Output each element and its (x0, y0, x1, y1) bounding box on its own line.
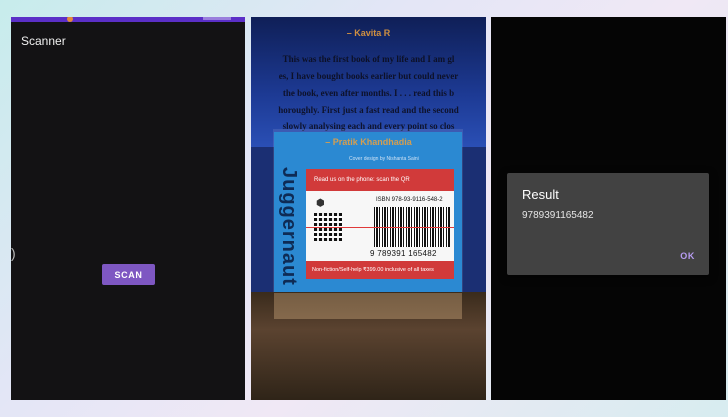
system-icons (203, 17, 231, 20)
isbn-text: ISBN 978-93-9116-548-2 (376, 197, 443, 203)
result-screen: Result 9789391165482 OK (491, 17, 726, 400)
viewfinder-bottom-highlight (274, 293, 462, 319)
page-line-4: horoughly. First just a fast read and th… (278, 105, 459, 115)
scan-button[interactable]: SCAN (102, 264, 155, 285)
barcode-digits: 9 789391 165482 (370, 249, 437, 258)
author-top: – Kavita R (346, 28, 391, 38)
brand-logo: Juggernaut (278, 167, 300, 286)
page-line-3: the book, even after months. I . . . rea… (282, 88, 455, 98)
camera-scan-screen: – Kavita R This was the first book of my… (251, 17, 486, 400)
notification-dot-icon (67, 17, 73, 22)
app-title: Scanner (21, 34, 66, 48)
cover-credit: Cover design by Nishanta Saini (349, 156, 419, 162)
ok-button[interactable]: OK (680, 251, 695, 261)
platform-icons: ⬢ (316, 198, 325, 209)
scanner-home-screen: Scanner ) SCAN (11, 17, 245, 400)
scan-laser-line (306, 227, 454, 228)
page-line-2: es, I have bought books earlier but coul… (278, 71, 459, 81)
dialog-message: 9789391165482 (522, 210, 594, 221)
status-bar (11, 17, 245, 22)
label-footer: Non-fiction/Self-help ₹399.00 inclusive … (306, 261, 454, 279)
result-dialog: Result 9789391165482 OK (507, 173, 709, 275)
edge-handle-icon: ) (11, 245, 16, 261)
barcode-label: Read us on the phone: scan the QR ⬢ ISBN… (306, 169, 454, 279)
page-line-1: This was the first book of my life and I… (282, 54, 455, 64)
dialog-title: Result (522, 187, 559, 202)
label-header: Read us on the phone: scan the QR (306, 169, 454, 191)
author-bottom: – Pratik Khandhadia (325, 137, 412, 147)
